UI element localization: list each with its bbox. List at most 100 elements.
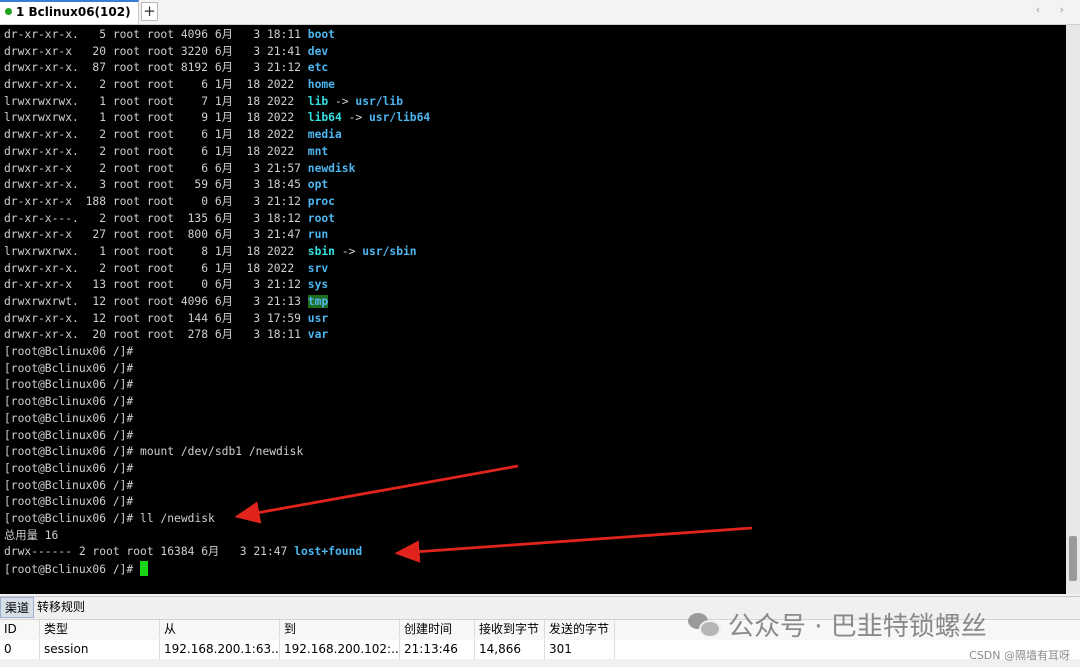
prompt-line: [root@Bclinux06 /]# ll /newdisk xyxy=(4,511,430,528)
watermark-text: 公众号 · 巴韭特锁螺丝 xyxy=(728,611,987,642)
listing-name: lost+found xyxy=(294,545,363,559)
shell-prompt: [root@Bclinux06 /]# xyxy=(4,461,134,475)
tab-channels[interactable]: 渠道 xyxy=(0,597,35,618)
listing-row: dr-xr-xr-x 13 root root 0 6月 3 21:12 sys xyxy=(4,277,430,294)
listing-name: lib xyxy=(307,94,329,108)
listing-row: drwxr-xr-x. 2 root root 6 1月 18 2022 mnt xyxy=(4,144,430,161)
listing-row: dr-xr-xr-x 188 root root 0 6月 3 21:12 pr… xyxy=(4,194,430,211)
terminal[interactable]: dr-xr-xr-x. 5 root root 4096 6月 3 18:11 … xyxy=(0,25,1066,594)
listing-row: drwxr-xr-x 20 root root 3220 6月 3 21:41 … xyxy=(4,44,430,61)
listing-name: etc xyxy=(307,61,329,75)
listing-name: home xyxy=(307,78,335,92)
listing-name: media xyxy=(307,128,342,142)
prompt-line: [root@Bclinux06 /]# mount /dev/sdb1 /new… xyxy=(4,444,430,461)
col-created[interactable]: 创建时间 xyxy=(400,620,475,639)
tab-scroll-arrows[interactable]: ‹ › xyxy=(1036,3,1072,16)
col-from[interactable]: 从 xyxy=(160,620,280,639)
listing-row: drwxr-xr-x. 3 root root 59 6月 3 18:45 op… xyxy=(4,177,430,194)
col-id[interactable]: ID xyxy=(0,620,40,639)
listing-row: lrwxrwxrwx. 1 root root 9 1月 18 2022 lib… xyxy=(4,110,430,127)
listing-name: srv xyxy=(307,261,329,275)
listing-row: lrwxrwxrwx. 1 root root 7 1月 18 2022 lib… xyxy=(4,94,430,111)
cell-type: session xyxy=(40,640,160,659)
tab-forward-rules[interactable]: 转移规则 xyxy=(33,597,89,618)
prompt-line: [root@Bclinux06 /]# xyxy=(4,561,430,578)
listing-name: mnt xyxy=(307,144,329,158)
terminal-cursor xyxy=(140,561,149,576)
listing-meta: lrwxrwxrwx. 1 root root 7 1月 18 2022 xyxy=(4,94,308,108)
shell-command: mount /dev/sdb1 /newdisk xyxy=(133,445,304,459)
link-target: usr/sbin xyxy=(362,244,417,258)
prompt-line: [root@Bclinux06 /]# xyxy=(4,461,430,478)
add-tab-button[interactable]: + xyxy=(141,2,158,21)
session-tab[interactable]: 1 Bclinux06(102) xyxy=(0,0,139,24)
link-arrow: -> xyxy=(328,94,356,108)
listing-name: tmp xyxy=(307,295,329,308)
listing-meta: drwxr-xr-x. 20 root root 278 6月 3 18:11 xyxy=(4,328,308,342)
shell-prompt: [root@Bclinux06 /]# xyxy=(4,378,134,392)
shell-prompt: [root@Bclinux06 /]# xyxy=(4,411,134,425)
scrollbar-thumb[interactable] xyxy=(1069,536,1077,581)
watermark-source: CSDN @隔墙有耳呀 xyxy=(969,649,1070,662)
listing-meta: drwxr-xr-x 20 root root 3220 6月 3 21:41 xyxy=(4,44,308,58)
listing-name: boot xyxy=(307,28,335,41)
listing-name: dev xyxy=(307,44,329,58)
listing-meta: drwxr-xr-x. 2 root root 6 1月 18 2022 xyxy=(4,128,308,142)
listing-meta: drwxr-xr-x. 2 root root 6 1月 18 2022 xyxy=(4,261,308,275)
shell-prompt: [root@Bclinux06 /]# xyxy=(4,495,134,509)
listing-row: drwxr-xr-x 27 root root 800 6月 3 21:47 r… xyxy=(4,227,430,244)
listing-row: drwxr-xr-x 2 root root 6 6月 3 21:57 newd… xyxy=(4,161,430,178)
listing-meta: dr-xr-xr-x 188 root root 0 6月 3 21:12 xyxy=(4,194,308,208)
prompt-line: [root@Bclinux06 /]# xyxy=(4,494,430,511)
col-sent[interactable]: 发送的字节 xyxy=(545,620,615,639)
status-bar xyxy=(0,660,1080,667)
total-line: 总用量 16 xyxy=(4,528,430,545)
shell-prompt: [root@Bclinux06 /]# xyxy=(4,563,141,576)
session-dot-icon xyxy=(5,8,12,15)
listing-name: sbin xyxy=(307,244,335,258)
listing-meta: lrwxrwxrwx. 1 root root 8 1月 18 2022 xyxy=(4,244,308,258)
listing-meta: lrwxrwxrwx. 1 root root 9 1月 18 2022 xyxy=(4,111,308,125)
prompt-line: [root@Bclinux06 /]# xyxy=(4,394,430,411)
listing-row: drwxr-xr-x. 2 root root 6 1月 18 2022 hom… xyxy=(4,77,430,94)
listing-meta: drwxr-xr-x 2 root root 6 6月 3 21:57 xyxy=(4,161,308,175)
prompt-line: [root@Bclinux06 /]# xyxy=(4,377,430,394)
listing-row: dr-xr-xr-x. 5 root root 4096 6月 3 18:11 … xyxy=(4,27,430,44)
listing-row: drwxr-xr-x. 87 root root 8192 6月 3 21:12… xyxy=(4,60,430,77)
wechat-logo-icon xyxy=(688,611,721,638)
listing-meta: drwxr-xr-x. 2 root root 6 1月 18 2022 xyxy=(4,144,308,158)
listing-meta: drwxr-xr-x. 3 root root 59 6月 3 18:45 xyxy=(4,178,308,192)
listing-meta: drwxr-xr-x. 12 root root 144 6月 3 17:59 xyxy=(4,311,308,325)
col-received[interactable]: 接收到字节 xyxy=(475,620,545,639)
cell-to: 192.168.200.102:... xyxy=(280,640,400,659)
link-arrow: -> xyxy=(334,244,363,258)
listing-meta: drwx------ 2 root root 16384 6月 3 21:47 xyxy=(4,545,295,559)
prompt-line: [root@Bclinux06 /]# xyxy=(4,428,430,445)
listing-meta: dr-xr-xr-x 13 root root 0 6月 3 21:12 xyxy=(4,278,308,292)
col-type[interactable]: 类型 xyxy=(40,620,160,639)
terminal-scrollbar[interactable] xyxy=(1066,25,1080,594)
listing-name: opt xyxy=(307,178,329,192)
listing-name: var xyxy=(307,328,329,342)
cell-created: 21:13:46 xyxy=(400,640,475,659)
listing-name: lib64 xyxy=(307,111,342,125)
shell-prompt: [root@Bclinux06 /]# xyxy=(4,361,134,375)
listing-row: drwx------ 2 root root 16384 6月 3 21:47 … xyxy=(4,544,430,561)
listing-meta: drwxrwxrwt. 12 root root 4096 6月 3 21:13 xyxy=(4,295,308,308)
listing-name: run xyxy=(307,228,329,242)
tab-bar: 1 Bclinux06(102) + ‹ › xyxy=(0,0,1080,25)
shell-command: ll /newdisk xyxy=(133,511,215,525)
cell-sent: 301 xyxy=(545,640,615,659)
session-tab-title: 1 Bclinux06(102) xyxy=(16,5,131,19)
terminal-output: dr-xr-xr-x. 5 root root 4096 6月 3 18:11 … xyxy=(4,27,430,578)
cell-from: 192.168.200.1:63... xyxy=(160,640,280,659)
prompt-line: [root@Bclinux06 /]# xyxy=(4,478,430,495)
prompt-line: [root@Bclinux06 /]# xyxy=(4,411,430,428)
link-arrow: -> xyxy=(341,111,369,125)
listing-name: proc xyxy=(307,194,335,208)
listing-name: usr xyxy=(307,311,329,325)
prompt-line: [root@Bclinux06 /]# xyxy=(4,361,430,378)
listing-meta: dr-xr-x---. 2 root root 135 6月 3 18:12 xyxy=(4,211,308,225)
col-to[interactable]: 到 xyxy=(280,620,400,639)
watermark: 公众号 · 巴韭特锁螺丝 xyxy=(688,604,987,644)
